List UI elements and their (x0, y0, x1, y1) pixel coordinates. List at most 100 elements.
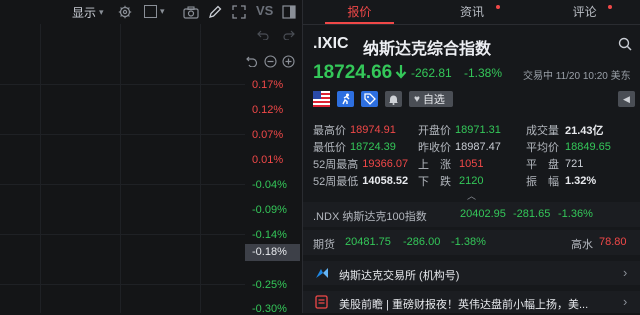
reset-icon[interactable] (245, 54, 259, 68)
trade-time: 交易中 11/20 10:20 美东 (523, 71, 631, 82)
active-tab-indicator (325, 22, 394, 24)
down-arrow-icon (395, 64, 407, 82)
color-select[interactable]: ▾ (144, 5, 165, 18)
stat-up-count: 上 涨 1051 (418, 156, 483, 172)
tab-news-label: 资讯 (460, 5, 485, 19)
stat-flat-count: 平 盘 721 (526, 156, 583, 172)
runner-icon[interactable] (337, 91, 354, 107)
stat-label: 成交量 (526, 125, 559, 137)
add-watchlist-button[interactable]: ♥ 自选 (409, 91, 453, 107)
stat-52wk-high: 52周最高 19366.07 (313, 156, 408, 172)
tab-quote-label: 报价 (347, 5, 372, 19)
chevron-down-icon: ▾ (160, 6, 165, 16)
axis-label: 0.12% (252, 104, 284, 116)
unread-dot (495, 5, 500, 9)
current-value-marker: -0.18% (245, 244, 300, 261)
futures-price: 20481.75 (345, 236, 391, 248)
stat-value: 18987.47 (455, 141, 501, 153)
current-value-label: -0.18% (252, 246, 287, 258)
us-flag-icon (313, 91, 330, 107)
unread-dot (608, 5, 613, 9)
stat-value: 18724.39 (350, 141, 396, 153)
stat-down-count: 下 跌 2120 (418, 173, 483, 189)
ndx-row[interactable]: .NDX 纳斯达克100指数 20402.95 -281.65 -1.36% (303, 202, 640, 227)
futures-row[interactable]: 期货 20481.75 -286.00 -1.38% 高水 78.80 (303, 230, 640, 255)
stat-high: 最高价 18974.91 (313, 122, 396, 138)
stat-volume: 成交量 21.43亿 (526, 122, 604, 138)
news-headline-row[interactable]: 美股前瞻 | 重磅财报夜！英伟达盘前小幅上扬，美... › (303, 291, 640, 313)
display-dropdown[interactable]: 显示 ▾ (72, 4, 104, 21)
stat-value: 2120 (459, 175, 484, 187)
stat-label: 振 幅 (526, 176, 559, 188)
grid-line (0, 84, 245, 85)
tab-news[interactable]: 资讯 (416, 0, 529, 24)
axis-label: -0.25% (252, 279, 287, 291)
square-icon (144, 5, 157, 18)
grid-line (0, 284, 245, 285)
camera-icon[interactable] (182, 4, 200, 20)
stat-label: 平 盘 (526, 159, 559, 171)
futures-change-pct: -1.38% (451, 236, 486, 248)
bell-icon[interactable] (385, 91, 402, 107)
grid-line (40, 24, 41, 313)
stat-label: 开盘价 (418, 125, 451, 137)
document-icon (315, 295, 328, 312)
zoom-in-icon[interactable] (281, 54, 295, 68)
ndx-label: .NDX 纳斯达克100指数 (313, 211, 427, 223)
tag-icon[interactable] (361, 91, 378, 107)
axis-label: -0.30% (252, 303, 287, 315)
panel-toggle-icon[interactable] (281, 4, 297, 20)
stat-value: 1.32% (565, 175, 597, 187)
undo-icon[interactable] (256, 28, 270, 42)
grid-line (120, 24, 121, 313)
nasdaq-logo-icon (315, 266, 329, 283)
stat-open: 开盘价 18971.31 (418, 122, 501, 138)
stat-value: 14058.52 (362, 175, 409, 187)
stat-value: 19366.07 (362, 158, 409, 170)
zoom-out-icon[interactable] (263, 54, 277, 68)
display-dropdown-label: 显示 (72, 6, 97, 20)
axis-label: 0.07% (252, 129, 284, 141)
stat-label: 最高价 (313, 125, 346, 137)
stat-label: 52周最低 (313, 176, 359, 188)
tab-quote[interactable]: 报价 (303, 0, 416, 24)
stat-value: 18974.91 (350, 124, 396, 136)
chevron-up-icon[interactable]: ︿ (467, 189, 476, 202)
ndx-price: 20402.95 (460, 208, 506, 220)
stat-avg: 平均价 18849.65 (526, 139, 611, 155)
symbol-name: 纳斯达克综合指数 (363, 41, 492, 58)
stat-label: 最低价 (313, 142, 346, 154)
stat-value: 18849.65 (565, 141, 611, 153)
stat-prev-close: 昨收价 18987.47 (418, 139, 501, 155)
stat-label: 下 跌 (418, 176, 451, 188)
stat-amplitude: 振 幅 1.32% (526, 173, 596, 189)
tab-comments-label: 评论 (572, 5, 597, 19)
gear-icon[interactable] (117, 4, 133, 20)
exchange-link[interactable]: 纳斯达克交易所 (机构号) › (303, 261, 640, 285)
grid-line (0, 234, 245, 235)
heart-icon: ♥ (414, 93, 420, 105)
premium-label: 高水 (571, 239, 593, 251)
stat-value: 18971.31 (455, 124, 501, 136)
stat-low: 最低价 18724.39 (313, 139, 396, 155)
redo-icon[interactable] (282, 28, 296, 42)
news-headline: 美股前瞻 | 重磅财报夜！英伟达盘前小幅上扬，美... (339, 299, 589, 311)
search-icon[interactable] (617, 36, 633, 52)
premium-value: 78.80 (599, 236, 627, 248)
ndx-change: -281.65 (513, 208, 551, 220)
pencil-icon[interactable] (207, 4, 223, 20)
exchange-label: 纳斯达克交易所 (机构号) (339, 270, 460, 282)
axis-label: 0.01% (252, 154, 284, 166)
symbol-code: .IXIC (313, 35, 349, 52)
more-icon[interactable]: ◀ (618, 91, 635, 107)
compare-vs-button[interactable]: VS (256, 3, 273, 18)
fullscreen-icon[interactable] (231, 4, 247, 20)
ndx-change-pct: -1.36% (558, 208, 593, 220)
tab-comments[interactable]: 评论 (528, 0, 640, 24)
futures-change: -286.00 (403, 236, 441, 248)
stat-value: 1051 (459, 158, 484, 170)
grid-line (200, 24, 201, 313)
grid-line (0, 134, 245, 135)
axis-label: -0.09% (252, 204, 287, 216)
stat-label: 平均价 (526, 142, 559, 154)
